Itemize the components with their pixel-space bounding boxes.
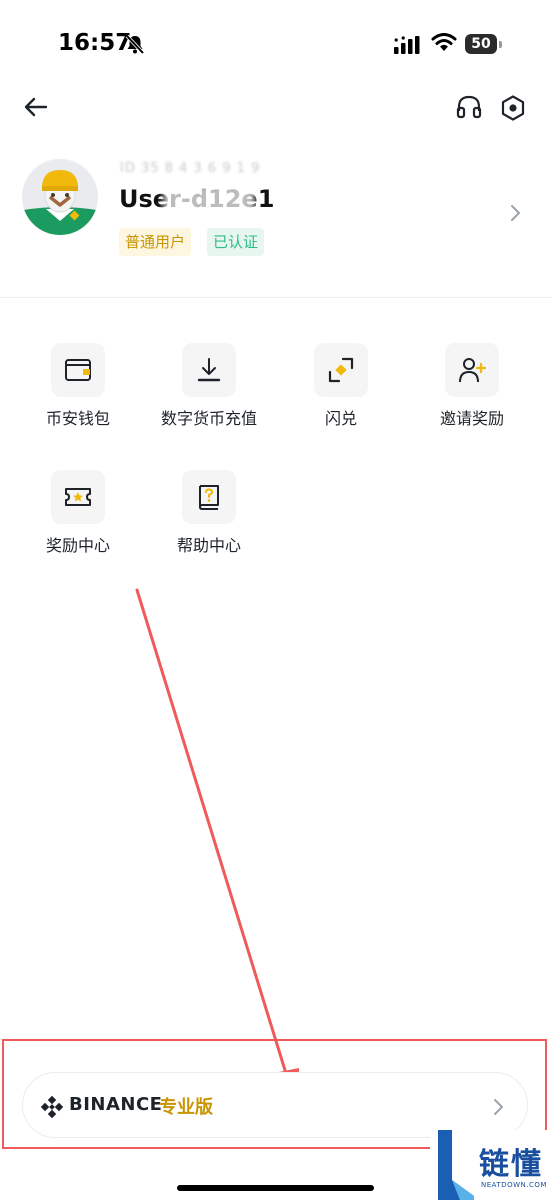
binance-logo-icon <box>41 1096 63 1118</box>
pro-version-switch[interactable]: BINANCE 专业版 <box>22 1072 528 1138</box>
account-page: 16:57 50 ID 35 8 4 3 6 9 1 9 普通用户 已认证 币安… <box>0 0 551 1200</box>
home-indicator <box>177 1185 374 1191</box>
watermark-text: 链懂 <box>479 1147 543 1182</box>
pro-version-label: 专业版 <box>159 1097 213 1118</box>
watermark-subtext: NEATDOWN.COM <box>481 1181 547 1189</box>
annotation-arrow <box>135 588 299 1100</box>
brand-name: BINANCE <box>69 1094 163 1115</box>
watermark: 链懂 NEATDOWN.COM <box>430 1130 551 1200</box>
watermark-logo-icon <box>438 1130 474 1200</box>
chevron-right-icon <box>494 1099 503 1115</box>
